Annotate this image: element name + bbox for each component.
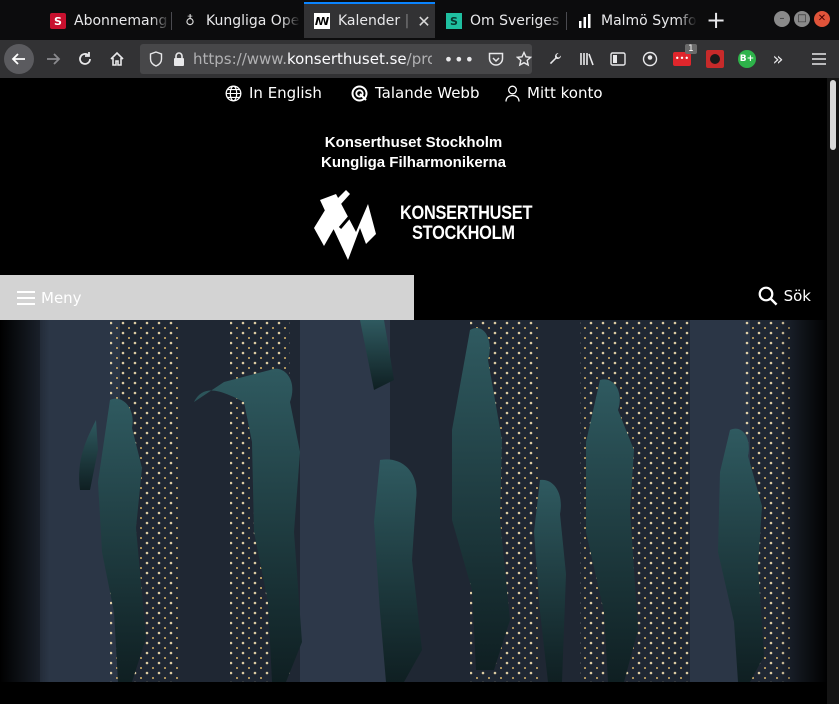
extension-bplus-icon[interactable]: B+ <box>736 48 758 70</box>
logo-line1: KONSERTHUSET <box>400 203 533 224</box>
mitt-konto-label: Mitt konto <box>527 84 603 102</box>
in-english-link[interactable]: In English <box>225 84 322 102</box>
org-name-line1: Konserthuset Stockholm <box>324 134 503 151</box>
in-english-label: In English <box>249 84 322 102</box>
shield-icon[interactable] <box>149 51 163 67</box>
menu-label: Meny <box>41 288 82 307</box>
tab-title: Kungliga Ope <box>206 13 300 29</box>
tab-abonnemang[interactable]: S Abonnemang <box>40 4 170 38</box>
address-bar[interactable]: https://www.konserthuset.se/prog ••• <box>140 44 532 74</box>
sidebar-icon[interactable] <box>607 48 629 70</box>
tab-kalender[interactable]: ꟿ Kalender | ✕ <box>304 2 435 38</box>
forward-arrow-icon[interactable] <box>38 44 68 74</box>
konserthuset-icon: ꟿ <box>314 13 330 29</box>
tab-title: Kalender | <box>338 13 410 29</box>
logo-mark-icon <box>314 190 376 260</box>
opera-icon: ♁ <box>185 13 195 29</box>
url-host: konserthuset.se <box>286 50 407 68</box>
web-page: In English Talande Webb Mitt konto Konse… <box>0 78 827 704</box>
menu-hamburger-icon <box>17 290 35 305</box>
tab-malmo-symfoni[interactable]: Malmö Symfo <box>567 4 697 38</box>
org-name-line2: Kungliga Filharmonikerna <box>320 154 507 171</box>
tab-om-sveriges-radio[interactable]: S Om Sveriges R <box>436 4 564 38</box>
reload-icon[interactable] <box>70 44 100 74</box>
url-prefix: https://www. <box>193 50 287 68</box>
window-close-icon[interactable]: ✕ <box>814 11 830 27</box>
menu-button[interactable]: Meny <box>0 275 414 320</box>
new-tab-plus-icon[interactable]: + <box>703 8 729 34</box>
speech-icon <box>351 85 368 102</box>
tab-kungliga-operan[interactable]: ♁ Kungliga Ope <box>172 4 300 38</box>
tab-title: Om Sveriges R <box>470 13 564 29</box>
tab-title: Malmö Symfo <box>601 13 697 29</box>
logo-line2: STOCKHOLM <box>412 223 515 244</box>
search-icon <box>758 286 778 306</box>
url-path: /prog <box>406 50 432 68</box>
swedish-radio-icon: S <box>50 13 66 29</box>
mitt-konto-link[interactable]: Mitt konto <box>505 84 603 102</box>
url-text: https://www.konserthuset.se/prog <box>193 50 432 68</box>
hero-image-sculptures <box>0 320 827 682</box>
extension-red-icon[interactable]: ••• 1 <box>671 44 697 70</box>
hero-edge-fade <box>0 320 827 682</box>
account-icon[interactable] <box>639 48 661 70</box>
sveriges-radio-icon: S <box>446 13 462 29</box>
close-icon[interactable]: ✕ <box>413 12 435 31</box>
search-label: Sök <box>783 287 811 305</box>
scrollbar-thumb[interactable] <box>830 80 836 150</box>
tab-title: Abonnemang <box>74 13 168 29</box>
maximize-icon[interactable]: □ <box>794 11 810 27</box>
user-icon <box>505 85 520 102</box>
globe-icon <box>225 85 242 102</box>
bookmark-star-icon[interactable] <box>516 51 532 67</box>
logo-wordmark: KONSERTHUSET STOCKHOLM <box>400 204 532 244</box>
browser-tab-strip: S Abonnemang ♁ Kungliga Ope ꟿ Kalender |… <box>0 0 839 40</box>
extension-mask-icon[interactable] <box>704 48 726 70</box>
page-scrollbar[interactable] <box>827 78 839 704</box>
library-icon[interactable] <box>576 48 598 70</box>
hamburger-menu-icon[interactable] <box>808 48 830 70</box>
browser-navigation-bar: https://www.konserthuset.se/prog ••• •••… <box>0 40 839 78</box>
search-button[interactable]: Sök <box>758 286 811 306</box>
extension-badge: 1 <box>685 44 697 54</box>
konserthuset-logo[interactable]: KONSERTHUSET STOCKHOLM <box>310 188 532 264</box>
wrench-icon[interactable] <box>544 48 566 70</box>
talande-webb-label: Talande Webb <box>375 84 480 102</box>
pocket-icon[interactable] <box>488 52 504 67</box>
overflow-chevrons-icon[interactable]: » <box>767 48 789 70</box>
utility-links: In English Talande Webb Mitt konto <box>0 84 827 108</box>
more-dots-icon[interactable]: ••• <box>444 50 475 69</box>
home-icon[interactable] <box>102 44 132 74</box>
talande-webb-link[interactable]: Talande Webb <box>351 84 479 102</box>
minimize-icon[interactable]: – <box>774 11 790 27</box>
lock-icon[interactable] <box>173 52 185 66</box>
back-arrow-icon[interactable] <box>4 44 34 74</box>
bar-chart-icon <box>577 13 593 29</box>
extension-bplus-label: B+ <box>738 50 756 68</box>
